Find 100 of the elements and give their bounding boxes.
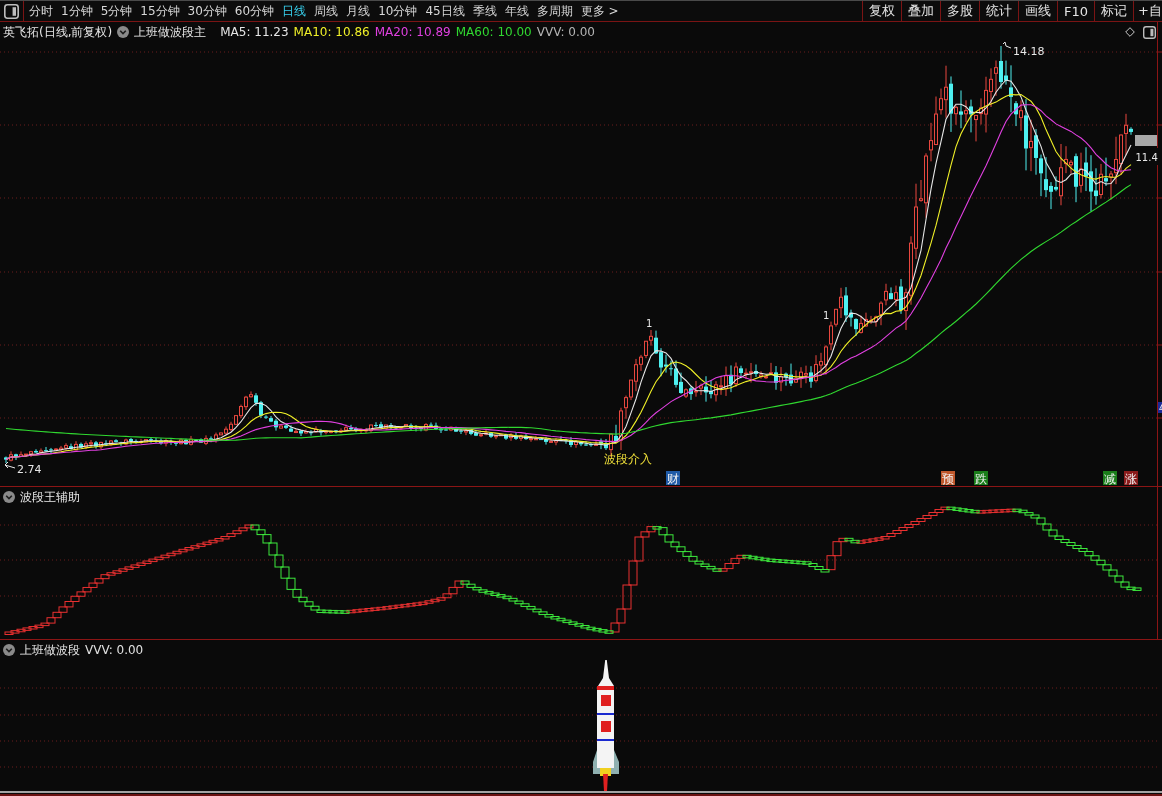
rising-candle bbox=[279, 423, 283, 430]
period-tab[interactable]: 60分钟 bbox=[230, 1, 279, 21]
rising-candle bbox=[74, 440, 78, 451]
rocket-icon bbox=[593, 660, 619, 791]
chevron-down-icon[interactable] bbox=[3, 491, 15, 503]
panel-toggle-icon[interactable] bbox=[1143, 25, 1156, 39]
toolbar-button[interactable]: 复权 bbox=[862, 1, 902, 21]
rising-candle bbox=[954, 104, 958, 126]
diamond-icon[interactable] bbox=[1125, 27, 1135, 37]
rising-candle bbox=[294, 428, 298, 434]
side-tab-icon[interactable] bbox=[1158, 402, 1162, 413]
chart-mark-label: 1 bbox=[646, 318, 653, 329]
falling-candle bbox=[1074, 153, 1078, 203]
period-tab[interactable]: 30分钟 bbox=[183, 1, 231, 21]
falling-candle bbox=[1104, 157, 1108, 187]
rising-candle bbox=[124, 438, 128, 446]
rising-candle bbox=[964, 99, 968, 123]
rising-candle bbox=[179, 438, 183, 445]
period-tab[interactable]: 45日线 bbox=[421, 1, 469, 21]
falling-candle bbox=[34, 448, 38, 454]
rising-candle bbox=[164, 437, 168, 447]
toolbar-button[interactable]: +自 bbox=[1133, 1, 1162, 21]
period-tab[interactable]: 季线 bbox=[468, 1, 501, 21]
rising-candle bbox=[384, 424, 388, 431]
rising-candle bbox=[1079, 152, 1083, 194]
falling-candle bbox=[729, 364, 733, 393]
rising-candle bbox=[9, 450, 13, 462]
period-tab[interactable]: 15分钟 bbox=[136, 1, 184, 21]
falling-candle bbox=[809, 365, 813, 389]
falling-candle bbox=[69, 443, 73, 451]
rising-candle bbox=[1019, 99, 1023, 132]
falling-candle bbox=[774, 365, 778, 391]
period-tab[interactable]: 月线 bbox=[342, 1, 375, 21]
falling-candle bbox=[689, 385, 693, 401]
signal-tag: 预 bbox=[941, 471, 955, 486]
signal-tag: 跌 bbox=[974, 471, 988, 486]
rising-candle bbox=[449, 426, 453, 432]
period-tab[interactable]: 周线 bbox=[310, 1, 343, 21]
toolbar-button[interactable]: 统计 bbox=[979, 1, 1019, 21]
leader-line bbox=[4, 461, 16, 469]
falling-candle bbox=[1129, 126, 1133, 136]
signal-tag: 涨 bbox=[1124, 471, 1138, 486]
period-tab[interactable]: 年线 bbox=[500, 1, 533, 21]
panel-title: 上班做波段 bbox=[20, 641, 80, 659]
rising-candle bbox=[594, 440, 598, 447]
more-tab[interactable]: 更多 > bbox=[576, 1, 623, 21]
falling-candle bbox=[319, 428, 323, 437]
falling-candle bbox=[79, 442, 83, 449]
falling-candle bbox=[184, 438, 188, 446]
rising-candle bbox=[304, 428, 308, 435]
toolbar-button[interactable]: 多股 bbox=[940, 1, 980, 21]
toolbar-button[interactable]: 叠加 bbox=[901, 1, 941, 21]
falling-candle bbox=[754, 364, 758, 378]
falling-candle bbox=[299, 429, 303, 437]
stock-title: 英飞拓(日线,前复权) bbox=[3, 23, 113, 41]
rising-candle bbox=[574, 439, 578, 449]
rising-candle bbox=[734, 362, 738, 388]
falling-candle bbox=[4, 456, 8, 464]
indicator-readout: MA5: 11.23 bbox=[220, 25, 289, 39]
panel-toggle-icon[interactable] bbox=[4, 3, 19, 19]
rising-candle bbox=[509, 432, 513, 442]
indicator-readout: MA20: 10.89 bbox=[374, 25, 451, 39]
toolbar-button[interactable]: 标记 bbox=[1094, 1, 1134, 21]
chevron-down-icon[interactable] bbox=[3, 644, 15, 656]
rising-candle bbox=[39, 447, 43, 455]
rising-candle bbox=[109, 439, 113, 447]
falling-candle bbox=[504, 433, 508, 441]
falling-candle bbox=[959, 89, 963, 129]
rising-candle bbox=[1099, 163, 1103, 199]
chart-mark-label: 1 bbox=[823, 309, 830, 321]
falling-candle bbox=[94, 440, 98, 450]
period-tab[interactable]: 10分钟 bbox=[374, 1, 422, 21]
rising-candle bbox=[464, 428, 468, 436]
indicator-readout: MA60: 10.00 bbox=[455, 25, 532, 39]
falling-candle bbox=[104, 439, 108, 447]
period-tab[interactable]: 分时 bbox=[25, 1, 57, 21]
toolbar-button[interactable]: F10 bbox=[1057, 1, 1095, 21]
signal-tag: 减 bbox=[1103, 471, 1117, 486]
leader-line bbox=[1002, 41, 1012, 49]
rising-candle bbox=[684, 387, 688, 399]
last-price-label: 11.4 bbox=[1135, 152, 1158, 163]
rising-candle bbox=[204, 434, 208, 446]
toolbar-button[interactable]: 画线 bbox=[1018, 1, 1058, 21]
low-price-label: 2.74 bbox=[17, 463, 42, 476]
period-tab[interactable]: 1分钟 bbox=[57, 1, 97, 21]
rising-candle bbox=[189, 435, 193, 446]
indicator-name: 上班做波段主 bbox=[134, 23, 207, 41]
falling-candle bbox=[14, 453, 18, 461]
period-tab[interactable]: 多周期 bbox=[532, 1, 577, 21]
panel-title: 波段王辅助 bbox=[20, 488, 80, 506]
falling-candle bbox=[899, 278, 903, 315]
rising-candle bbox=[424, 422, 428, 432]
falling-candle bbox=[969, 99, 973, 133]
period-tab[interactable]: 日线 bbox=[278, 1, 311, 21]
rising-candle bbox=[99, 441, 103, 450]
high-price-label: 14.18 bbox=[1013, 45, 1045, 58]
entry-signal-label: 波段介入 bbox=[604, 452, 652, 466]
falling-candle bbox=[949, 75, 953, 133]
period-tab[interactable]: 5分钟 bbox=[96, 1, 137, 21]
chevron-down-icon[interactable] bbox=[117, 26, 130, 38]
